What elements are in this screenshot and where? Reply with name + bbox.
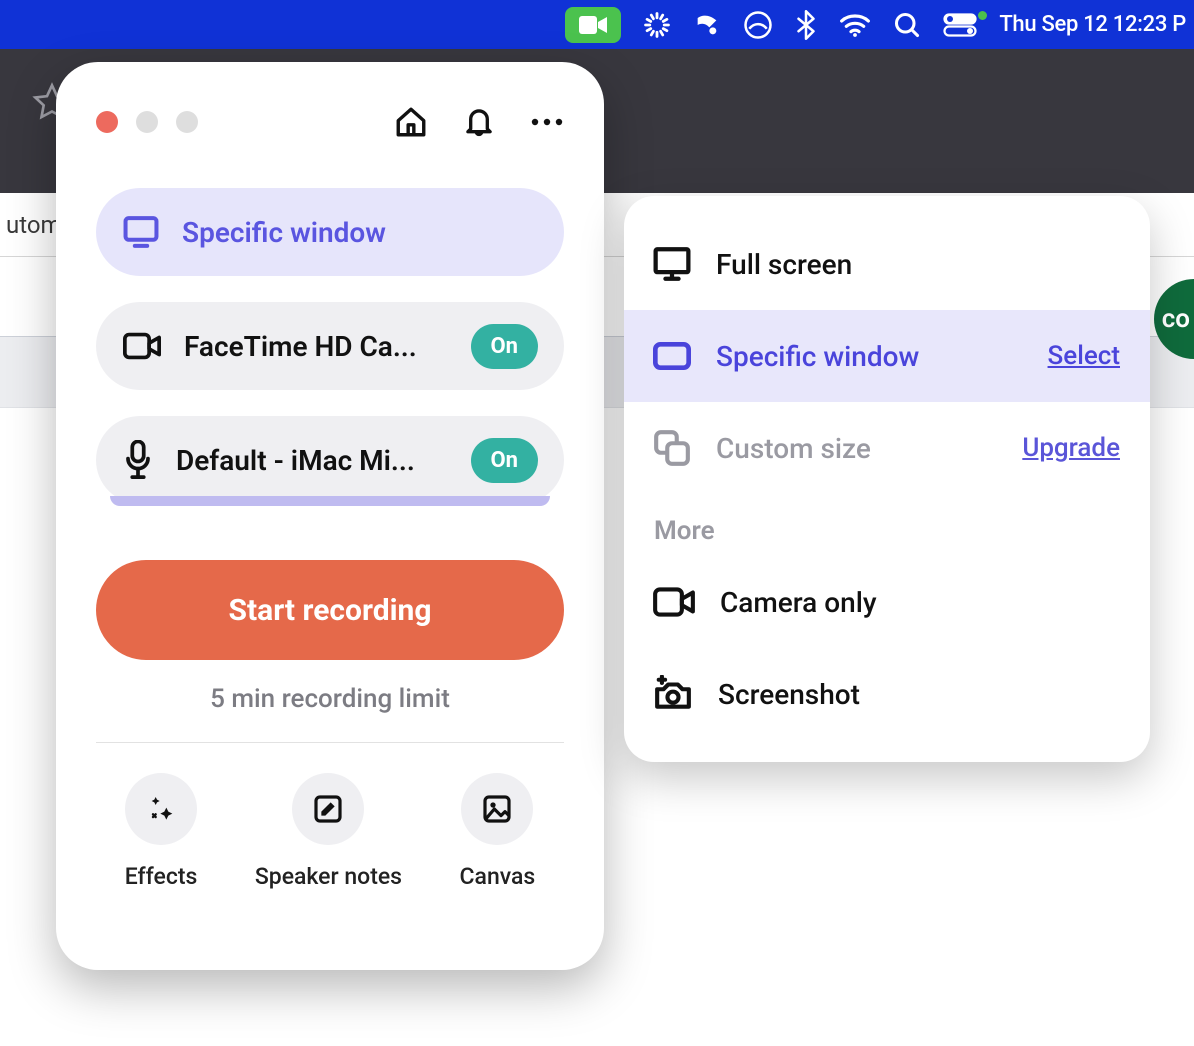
close-window-button[interactable] (96, 111, 118, 133)
capture-mode-dropdown: Full screen Specific window Select Custo… (624, 196, 1150, 762)
window-icon (652, 340, 692, 372)
option-specific-window-label: Specific window (716, 340, 919, 373)
macos-menubar: Thu Sep 12 12:23 P (0, 0, 1194, 49)
canvas-label: Canvas (460, 863, 536, 890)
mic-toggle[interactable]: On (471, 438, 539, 483)
minimize-window-button[interactable] (136, 111, 158, 133)
bluetooth-icon[interactable] (795, 10, 817, 40)
canvas-button[interactable]: Canvas (460, 773, 536, 890)
dropdown-more-heading: More (624, 494, 1150, 556)
option-custom-size[interactable]: Custom size Upgrade (624, 402, 1150, 494)
recorder-panel: Specific window FaceTime HD Ca... On Def… (56, 62, 604, 970)
spotlight-search-icon[interactable] (893, 11, 921, 39)
option-specific-window[interactable]: Specific window Select (624, 310, 1150, 402)
capture-mode-label: Specific window (182, 216, 386, 249)
option-custom-size-label: Custom size (716, 432, 871, 465)
sparkles-icon (125, 773, 197, 845)
app-menubar-icon[interactable] (693, 11, 721, 39)
recording-limit-text: 5 min recording limit (96, 684, 564, 743)
image-icon (461, 773, 533, 845)
window-controls (96, 111, 198, 133)
microphone-icon (122, 440, 154, 480)
loading-icon[interactable] (643, 11, 671, 39)
home-icon[interactable] (394, 105, 428, 139)
note-edit-icon (292, 773, 364, 845)
camera-source-row[interactable]: FaceTime HD Ca... On (96, 302, 564, 390)
menu-extra-icon[interactable] (743, 10, 773, 40)
bell-icon[interactable] (462, 104, 496, 140)
speaker-notes-label: Speaker notes (255, 863, 402, 890)
zoom-window-button[interactable] (176, 111, 198, 133)
wifi-icon[interactable] (839, 12, 871, 38)
mic-source-row[interactable]: Default - iMac Mi... On (96, 416, 564, 504)
menubar-datetime[interactable]: Thu Sep 12 12:23 P (999, 12, 1186, 37)
option-screenshot-label: Screenshot (718, 678, 860, 711)
resize-icon (652, 429, 692, 467)
start-recording-button[interactable]: Start recording (96, 560, 564, 660)
option-camera-only-label: Camera only (720, 586, 877, 619)
camera-icon (652, 586, 696, 618)
camera-toggle[interactable]: On (471, 324, 539, 369)
camera-icon (122, 331, 162, 361)
more-icon[interactable] (530, 116, 564, 128)
select-window-link[interactable]: Select (1048, 341, 1120, 371)
upgrade-link[interactable]: Upgrade (1022, 433, 1120, 463)
screenshot-icon (652, 675, 694, 713)
option-full-screen[interactable]: Full screen (624, 218, 1150, 310)
option-screenshot[interactable]: Screenshot (624, 648, 1150, 740)
capture-mode-selector[interactable]: Specific window (96, 188, 564, 276)
option-camera-only[interactable]: Camera only (624, 556, 1150, 648)
control-center-icon[interactable] (943, 13, 977, 37)
recorder-titlebar (96, 104, 564, 140)
monitor-icon (122, 215, 160, 249)
camera-source-label: FaceTime HD Ca... (184, 330, 417, 363)
monitor-icon (652, 246, 692, 282)
option-full-screen-label: Full screen (716, 248, 852, 281)
speaker-notes-button[interactable]: Speaker notes (255, 773, 402, 890)
recording-indicator[interactable] (565, 7, 621, 43)
start-recording-label: Start recording (229, 593, 432, 628)
effects-button[interactable]: Effects (125, 773, 198, 890)
effects-label: Effects (125, 863, 198, 890)
mic-source-label: Default - iMac Mi... (176, 444, 415, 477)
recorder-tools-row: Effects Speaker notes Canvas (96, 773, 564, 890)
